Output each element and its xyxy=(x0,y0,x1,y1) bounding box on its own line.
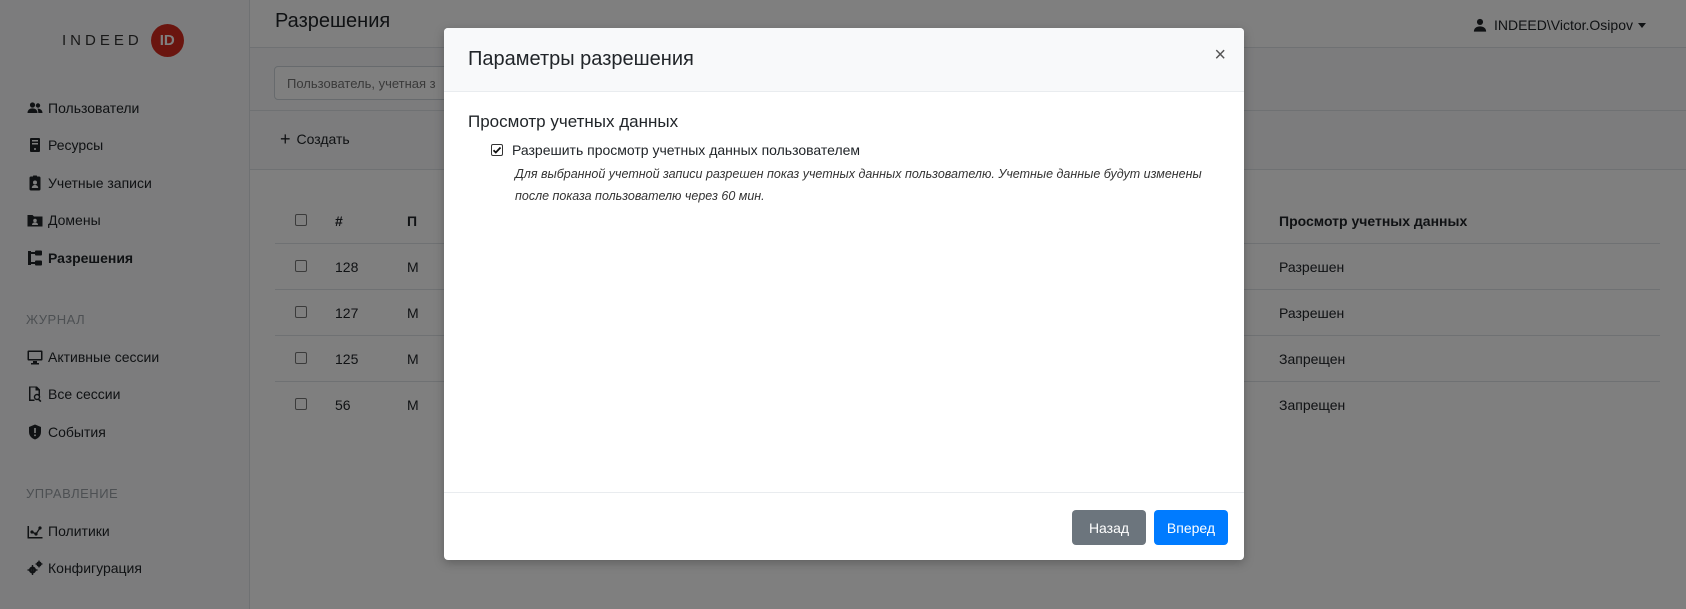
close-icon[interactable]: × xyxy=(1214,45,1226,65)
allow-view-checkbox-row[interactable]: Разрешить просмотр учетных данных пользо… xyxy=(491,142,1220,158)
modal-title: Параметры разрешения xyxy=(468,48,694,70)
modal-body: Просмотр учетных данных Разрешить просмо… xyxy=(444,92,1244,492)
modal-footer: Назад Вперед xyxy=(444,492,1244,560)
allow-view-checkbox[interactable] xyxy=(491,144,503,156)
permission-settings-dialog: Параметры разрешения × Просмотр учетных … xyxy=(444,28,1244,560)
allow-view-checkbox-label: Разрешить просмотр учетных данных пользо… xyxy=(512,142,861,158)
section-title: Просмотр учетных данных xyxy=(468,112,679,131)
modal-header: Параметры разрешения × xyxy=(444,28,1244,92)
back-button[interactable]: Назад xyxy=(1072,510,1146,545)
help-text: Для выбранной учетной записи разрешен по… xyxy=(515,167,1202,203)
next-button[interactable]: Вперед xyxy=(1154,510,1228,545)
check-icon xyxy=(492,146,502,154)
